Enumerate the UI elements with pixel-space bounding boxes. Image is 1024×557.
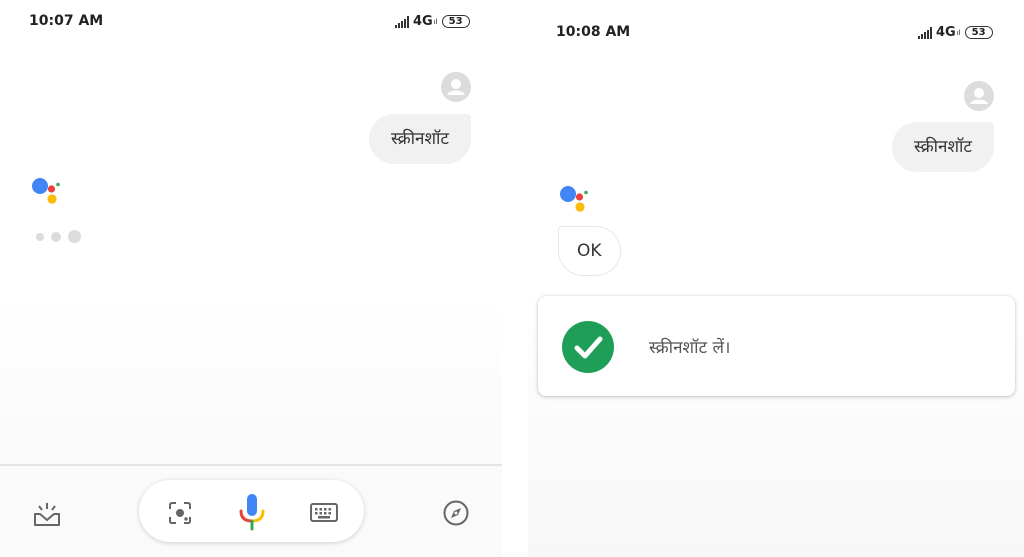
- keyboard-icon[interactable]: [309, 501, 339, 525]
- status-indicators: 4G ıl 53: [918, 25, 993, 40]
- google-assistant-logo: [560, 186, 588, 212]
- screenshot-action-card[interactable]: स्क्रीनशॉट लें।: [538, 296, 1015, 396]
- account-icon[interactable]: [441, 72, 471, 102]
- explore-compass-icon[interactable]: [441, 498, 471, 528]
- network-activity: ıl: [433, 17, 438, 26]
- signal-icon: [918, 26, 932, 39]
- left-screen: 10:07 AM 4G ıl 53 स्क्रीनशॉट: [0, 0, 502, 557]
- lens-icon[interactable]: [166, 499, 194, 527]
- action-card-text: स्क्रीनशॉट लें।: [649, 338, 731, 358]
- battery-indicator: 53: [964, 26, 993, 39]
- status-indicators: 4G ıl 53: [395, 14, 470, 29]
- network-activity: ıl: [956, 28, 961, 37]
- user-query-bubble: स्क्रीनशॉट: [891, 122, 994, 172]
- updates-tray-icon[interactable]: [30, 497, 64, 531]
- right-screen: 10:08 AM 4G ıl 53 स्क्रीनशॉट OK स्क्रीनश…: [528, 0, 1024, 557]
- bottom-divider: [0, 464, 502, 466]
- network-type: 4G: [936, 25, 956, 40]
- assistant-reply-bubble: OK: [558, 226, 621, 276]
- user-query-bubble: स्क्रीनशॉट: [368, 114, 471, 164]
- check-icon: [562, 321, 614, 373]
- status-time: 10:08 AM: [556, 24, 631, 40]
- google-assistant-logo: [32, 178, 60, 204]
- status-time: 10:07 AM: [29, 13, 104, 29]
- account-icon[interactable]: [964, 81, 994, 111]
- battery-indicator: 53: [441, 15, 470, 28]
- typing-indicator: [36, 230, 81, 243]
- mic-icon[interactable]: [235, 492, 269, 532]
- network-type: 4G: [413, 14, 433, 29]
- signal-icon: [395, 15, 409, 28]
